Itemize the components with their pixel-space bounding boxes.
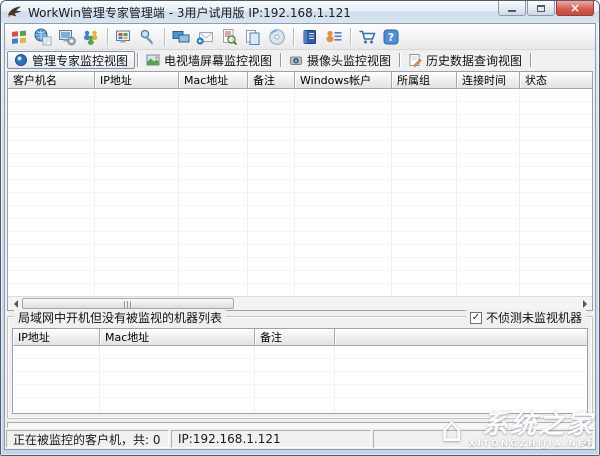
web-page-icon[interactable] [33,27,53,47]
toolbar-separator [293,28,294,46]
unmonitored-machines-groupbox: 局域网中开机但没有被监视的机器列表 ✓ 不侦测未监视机器 IP地址 Mac地址 … [7,316,593,419]
client-table-header: 客户机名 IP地址 Mac地址 备注 Windows帐户 所属组 连接时间 状态 [8,72,592,89]
search-report-icon[interactable] [219,27,239,47]
toolbar-separator [164,28,165,46]
key-icon[interactable] [138,27,158,47]
tv-wall-icon [146,53,160,67]
window-controls: × [497,1,594,16]
tab-camera-view[interactable]: 摄像头监控视图 [283,51,397,69]
monitor-settings-icon[interactable] [57,27,77,47]
unmonitored-table-body[interactable] [13,346,587,413]
tab-history-query-view[interactable]: 历史数据查询视图 [402,51,528,69]
monitor-eye-icon [14,53,28,67]
scroll-right-button[interactable] [578,298,591,309]
column-header-connect-time[interactable]: 连接时间 [457,72,520,89]
tab-label: 摄像头监控视图 [307,52,391,69]
history-edit-icon [408,53,422,67]
column-header-mac[interactable]: Mac地址 [100,329,255,346]
column-header-empty[interactable] [335,329,587,346]
client-area: ? 管理专家监控视图 电视墙屏幕监控视图 摄像头监控视图 历史数据查询视图 [4,23,596,450]
app-logo-icon [7,5,23,19]
view-tabs: 管理专家监控视图 电视墙屏幕监控视图 摄像头监控视图 历史数据查询视图 [5,50,595,70]
title-bar[interactable]: WorkWin管理专家管理端 - 3用户试用版 IP:192.168.1.121… [1,1,599,23]
status-server-ip: IP:192.168.1.121 [171,430,371,448]
status-monitored-count: 正在被监控的客户机，共: 0 [6,430,169,448]
tab-tv-wall-view[interactable]: 电视墙屏幕监控视图 [140,51,278,69]
status-bar: 正在被监控的客户机，共: 0 IP:192.168.1.121 [6,430,594,448]
column-header-note[interactable]: 备注 [255,329,335,346]
column-header-ip[interactable]: IP地址 [95,72,179,89]
tab-label: 历史数据查询视图 [426,52,522,69]
resize-grip[interactable] [579,433,592,446]
help-icon[interactable]: ? [381,27,401,47]
shopping-cart-icon[interactable] [357,27,377,47]
unmonitored-table: IP地址 Mac地址 备注 [12,328,588,414]
toolbar-separator [107,28,108,46]
windows-icon[interactable] [9,27,29,47]
column-header-windows-account[interactable]: Windows帐户 [295,72,392,89]
groupbox-title: 局域网中开机但没有被监视的机器列表 [14,309,226,326]
tab-separator [530,53,531,67]
tab-separator [399,53,400,67]
column-header-client-name[interactable]: 客户机名 [8,72,95,89]
monitor-apps-icon[interactable] [114,27,134,47]
scrollbar-thumb[interactable] [22,298,234,309]
user-list-icon[interactable] [324,27,344,47]
window-title: WorkWin管理专家管理端 - 3用户试用版 IP:192.168.1.121 [28,4,351,21]
mail-reply-icon[interactable] [195,27,215,47]
dual-monitor-icon[interactable] [171,27,191,47]
tab-separator [280,53,281,67]
column-header-group[interactable]: 所属组 [392,72,457,89]
unmonitored-table-header: IP地址 Mac地址 备注 [13,329,587,346]
camera-icon [289,53,303,67]
client-table-body[interactable] [8,89,592,296]
tab-label: 电视墙屏幕监控视图 [164,52,272,69]
minimize-button[interactable] [498,1,526,16]
svg-text:?: ? [388,31,394,44]
users-icon[interactable] [81,27,101,47]
disc-icon[interactable] [267,27,287,47]
column-header-status[interactable]: 状态 [520,72,592,89]
horizontal-scrollbar[interactable] [8,296,592,310]
column-header-note[interactable]: 备注 [248,72,295,89]
no-detect-checkbox[interactable]: ✓ [470,312,482,324]
address-book-icon[interactable] [300,27,320,47]
maximize-button[interactable] [527,1,555,16]
tab-label: 管理专家监控视图 [32,52,128,69]
progress-strip [7,422,593,428]
scroll-left-button[interactable] [9,298,22,309]
toolbar-separator [350,28,351,46]
client-table: 客户机名 IP地址 Mac地址 备注 Windows帐户 所属组 连接时间 状态 [7,71,593,311]
no-detect-checkbox-row[interactable]: ✓ 不侦测未监视机器 [466,309,586,326]
tab-expert-monitor-view[interactable]: 管理专家监控视图 [7,51,135,69]
column-header-mac[interactable]: Mac地址 [179,72,248,89]
app-window: WorkWin管理专家管理端 - 3用户试用版 IP:192.168.1.121… [0,0,600,456]
no-detect-checkbox-label[interactable]: 不侦测未监视机器 [486,309,582,326]
column-header-ip[interactable]: IP地址 [13,329,100,346]
close-button[interactable]: × [556,1,594,16]
copy-pages-icon[interactable] [243,27,263,47]
status-empty-field [373,430,594,448]
tab-separator [137,53,138,67]
toolbar: ? [5,24,595,50]
